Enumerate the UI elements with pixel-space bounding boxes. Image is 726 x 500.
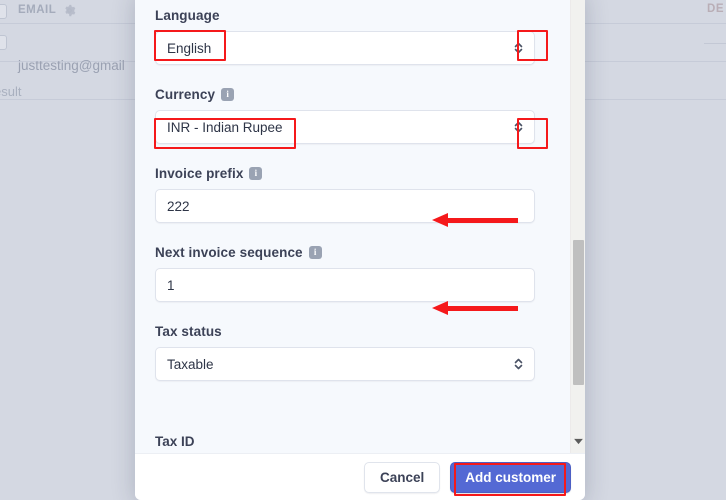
info-icon[interactable]: i (308, 246, 322, 259)
add-customer-button[interactable]: Add customer (450, 461, 571, 493)
field-label-currency: Currency (155, 87, 216, 102)
field-label-language: Language (155, 8, 220, 23)
tax-status-select-value: Taxable (167, 356, 214, 372)
field-label-tax-id: Tax ID (155, 434, 195, 446)
next-invoice-sequence-input[interactable]: 1 (155, 268, 535, 302)
chevron-up-down-icon[interactable] (513, 357, 524, 372)
chevron-up-down-icon[interactable] (513, 41, 524, 56)
cancel-button[interactable]: Cancel (363, 461, 441, 493)
gear-icon[interactable] (63, 4, 76, 17)
column-header-right: DE (707, 3, 724, 15)
field-label-row: Currency i (155, 87, 535, 102)
pointer-arrow-invoice-prefix (432, 213, 518, 227)
scrollbar-thumb[interactable] (573, 240, 584, 385)
field-label-row: Tax status (155, 324, 535, 339)
field-label-next-invoice-sequence: Next invoice sequence (155, 245, 303, 260)
field-label-invoice-prefix: Invoice prefix (155, 166, 244, 181)
language-select-value: English (167, 40, 212, 56)
results-text: esult (0, 84, 22, 99)
chevron-down-icon[interactable] (574, 438, 583, 445)
field-language: Language English (155, 8, 535, 65)
column-header-email: EMAIL (18, 4, 57, 16)
currency-select[interactable]: INR - Indian Rupee (155, 110, 535, 144)
field-tax-status: Tax status Taxable (155, 324, 535, 381)
modal-form: Language English Currency i INR - Indian… (135, 0, 555, 403)
info-icon[interactable]: i (221, 88, 235, 101)
row-placeholder-dash (704, 43, 726, 44)
modal-footer: Cancel Add customer (135, 453, 585, 500)
add-customer-modal: Language English Currency i INR - Indian… (135, 0, 585, 500)
modal-scrollbar[interactable] (570, 0, 585, 453)
field-currency: Currency i INR - Indian Rupee (155, 87, 535, 144)
tax-status-select[interactable]: Taxable (155, 347, 535, 381)
chevron-up-down-icon[interactable] (513, 120, 524, 135)
field-label-tax-status: Tax status (155, 324, 222, 339)
row-checkbox[interactable] (0, 35, 7, 50)
language-select[interactable]: English (155, 31, 535, 65)
pointer-arrow-next-invoice-sequence (432, 301, 518, 315)
field-label-row: Invoice prefix i (155, 166, 535, 181)
currency-select-value: INR - Indian Rupee (167, 119, 283, 135)
field-label-row: Language (155, 8, 535, 23)
field-label-row: Next invoice sequence i (155, 245, 535, 260)
info-icon[interactable]: i (249, 167, 263, 180)
field-next-invoice-sequence: Next invoice sequence i 1 (155, 245, 535, 302)
select-all-checkbox[interactable] (0, 4, 7, 19)
invoice-prefix-value: 222 (167, 198, 190, 214)
next-invoice-sequence-value: 1 (167, 277, 175, 293)
